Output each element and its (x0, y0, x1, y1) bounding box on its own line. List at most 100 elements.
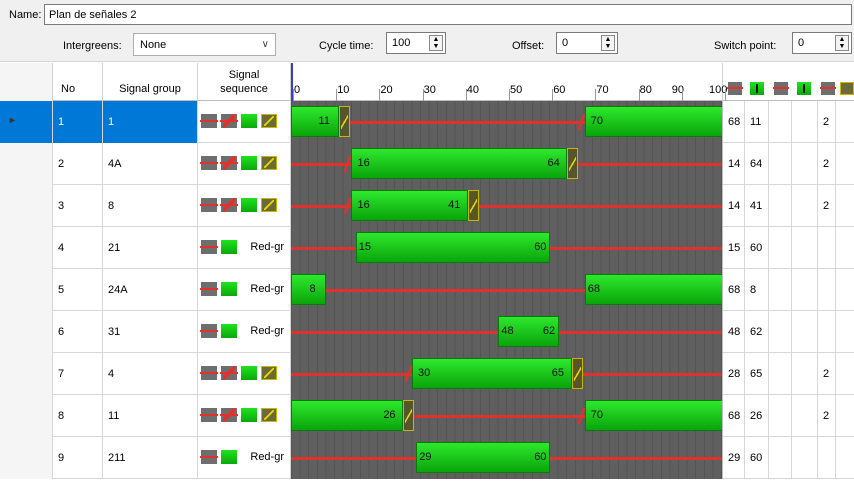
green-phase-bar[interactable] (355, 232, 551, 263)
green-phase-bar[interactable] (291, 106, 339, 137)
spinner-icon[interactable]: ▲ ▼ (601, 35, 615, 51)
row-timeline[interactable]: 16 64 (291, 143, 723, 185)
row-col-green-start[interactable]: 14 (723, 185, 745, 227)
row-col-5[interactable] (818, 269, 836, 311)
amber-phase-marker[interactable] (468, 190, 480, 221)
row-col-3[interactable] (769, 269, 792, 311)
red-icon[interactable] (727, 82, 743, 95)
row-col-green-end[interactable]: 11 (745, 101, 769, 143)
row-col-6[interactable] (836, 311, 854, 353)
row-timeline[interactable]: 70 11 (291, 101, 723, 143)
row-indicator[interactable] (0, 395, 53, 437)
row-col-3[interactable] (769, 101, 792, 143)
row-indicator[interactable]: ► (0, 101, 53, 143)
row-no[interactable]: 8 (53, 395, 103, 437)
row-col-6[interactable] (836, 143, 854, 185)
row-signal-sequence[interactable]: Red-gr (198, 311, 291, 353)
row-col-4[interactable] (792, 437, 818, 479)
row-col-green-end[interactable]: 41 (745, 185, 769, 227)
table-row[interactable]: 5 24A Red-gr 68 8 68 8 (0, 269, 854, 311)
red-amber-phase-marker[interactable] (577, 106, 585, 137)
row-col-5[interactable]: 2 (818, 143, 836, 185)
row-col-6[interactable] (836, 101, 854, 143)
row-indicator[interactable] (0, 227, 53, 269)
row-signal-group[interactable]: 24A (103, 269, 198, 311)
row-timeline[interactable]: 48 62 (291, 311, 723, 353)
row-col-3[interactable] (769, 311, 792, 353)
header-signal-sequence[interactable]: Signal sequence (198, 63, 291, 101)
row-signal-sequence[interactable]: Red-gr (198, 437, 291, 479)
row-signal-sequence[interactable] (198, 395, 291, 437)
green-phase-bar[interactable] (351, 148, 568, 179)
offset-input[interactable]: 0 ▲ ▼ (556, 32, 618, 54)
row-col-3[interactable] (769, 185, 792, 227)
amber-phase-marker[interactable] (403, 400, 415, 431)
row-col-green-start[interactable]: 15 (723, 227, 745, 269)
row-signal-sequence[interactable] (198, 101, 291, 143)
row-col-3[interactable] (769, 437, 792, 479)
row-col-green-end[interactable]: 26 (745, 395, 769, 437)
amber-icon[interactable] (840, 82, 854, 95)
green-phase-bar[interactable] (411, 358, 572, 389)
row-no[interactable]: 2 (53, 143, 103, 185)
table-row[interactable]: 7 4 30 65 28 65 2 (0, 353, 854, 395)
row-no[interactable]: 6 (53, 311, 103, 353)
row-indicator[interactable] (0, 269, 53, 311)
row-col-green-end[interactable]: 8 (745, 269, 769, 311)
row-timeline[interactable]: 68 8 (291, 269, 723, 311)
green-phase-bar[interactable] (584, 400, 722, 431)
row-signal-group[interactable]: 4 (103, 353, 198, 395)
header-no[interactable]: No (53, 63, 103, 101)
row-signal-group[interactable]: 21 (103, 227, 198, 269)
green-down-icon[interactable] (750, 82, 764, 95)
row-col-5[interactable]: 2 (818, 101, 836, 143)
row-timeline[interactable]: 29 60 (291, 437, 723, 479)
row-signal-group[interactable]: 8 (103, 185, 198, 227)
row-timeline[interactable]: 30 65 (291, 353, 723, 395)
row-col-4[interactable] (792, 269, 818, 311)
row-col-4[interactable] (792, 227, 818, 269)
row-signal-sequence[interactable]: Red-gr (198, 227, 291, 269)
row-col-green-end[interactable]: 65 (745, 353, 769, 395)
red-amber-phase-marker[interactable] (344, 190, 352, 221)
row-signal-group[interactable]: 4A (103, 143, 198, 185)
row-col-5[interactable] (818, 311, 836, 353)
row-indicator[interactable] (0, 185, 53, 227)
row-col-5[interactable] (818, 437, 836, 479)
red-icon[interactable] (773, 82, 789, 95)
row-col-4[interactable] (792, 185, 818, 227)
row-signal-sequence[interactable]: Red-gr (198, 269, 291, 311)
table-row[interactable]: 2 4A 16 64 14 64 2 (0, 143, 854, 185)
row-col-3[interactable] (769, 353, 792, 395)
red-amber-icon[interactable] (820, 82, 836, 95)
row-col-6[interactable] (836, 185, 854, 227)
amber-phase-marker[interactable] (571, 358, 583, 389)
row-no[interactable]: 7 (53, 353, 103, 395)
row-col-green-end[interactable]: 64 (745, 143, 769, 185)
row-indicator[interactable] (0, 437, 53, 479)
row-col-green-end[interactable]: 60 (745, 227, 769, 269)
row-col-5[interactable]: 2 (818, 353, 836, 395)
row-col-5[interactable]: 2 (818, 185, 836, 227)
row-no[interactable]: 3 (53, 185, 103, 227)
amber-phase-marker[interactable] (567, 148, 579, 179)
row-col-6[interactable] (836, 227, 854, 269)
spinner-icon[interactable]: ▲ ▼ (429, 35, 443, 51)
row-col-6[interactable] (836, 353, 854, 395)
table-row[interactable]: 9 211 Red-gr 29 60 29 60 (0, 437, 854, 479)
row-col-4[interactable] (792, 395, 818, 437)
row-col-4[interactable] (792, 311, 818, 353)
row-no[interactable]: 9 (53, 437, 103, 479)
amber-phase-marker[interactable] (338, 106, 350, 137)
green-phase-bar[interactable] (584, 274, 722, 305)
row-col-green-start[interactable]: 68 (723, 101, 745, 143)
name-input[interactable] (44, 4, 852, 25)
row-indicator[interactable] (0, 311, 53, 353)
table-row[interactable]: ► 1 1 70 11 68 11 2 (0, 101, 854, 143)
row-col-4[interactable] (792, 101, 818, 143)
row-col-5[interactable] (818, 227, 836, 269)
row-signal-sequence[interactable] (198, 185, 291, 227)
row-indicator[interactable] (0, 353, 53, 395)
row-col-green-start[interactable]: 68 (723, 395, 745, 437)
table-row[interactable]: 4 21 Red-gr 15 60 15 60 (0, 227, 854, 269)
